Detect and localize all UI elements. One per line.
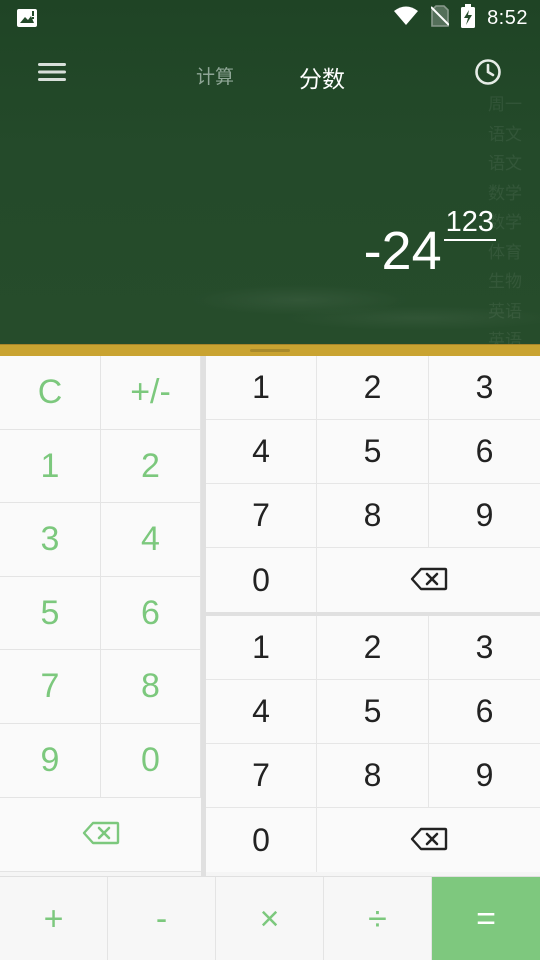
numerator-key-0[interactable]: 0 bbox=[206, 548, 317, 612]
status-time: 8:52 bbox=[487, 6, 528, 29]
numerator-key-7[interactable]: 7 bbox=[206, 484, 317, 548]
numerator-key-8[interactable]: 8 bbox=[317, 484, 429, 548]
numerator-key-4[interactable]: 4 bbox=[206, 420, 317, 484]
watermark-line: 语文 bbox=[488, 154, 522, 173]
denominator-key-9[interactable]: 9 bbox=[429, 744, 540, 808]
toolbar: 计算 分数 bbox=[0, 46, 540, 102]
integer-key-3[interactable]: 3 bbox=[0, 503, 101, 577]
integer-key-7[interactable]: 7 bbox=[0, 650, 101, 724]
watermark-line: 语文 bbox=[488, 124, 522, 144]
numerator-key-3[interactable]: 3 bbox=[429, 356, 540, 420]
backspace-icon bbox=[82, 815, 120, 854]
integer-key-6[interactable]: 6 bbox=[101, 577, 201, 650]
drag-handle[interactable] bbox=[250, 349, 290, 352]
integer-key-9[interactable]: 9 bbox=[0, 724, 101, 798]
numerator-key-6[interactable]: 6 bbox=[429, 420, 540, 484]
denominator-keypad: 1 2 3 4 5 6 7 8 9 0 bbox=[206, 616, 540, 872]
watermark-line: 周一 bbox=[488, 95, 522, 114]
integer-key-8[interactable]: 8 bbox=[101, 650, 201, 724]
backspace-icon bbox=[410, 562, 448, 599]
denominator-key-4[interactable]: 4 bbox=[206, 680, 317, 744]
battery-charging-icon bbox=[461, 3, 476, 33]
denominator-key-0[interactable]: 0 bbox=[206, 808, 317, 872]
tab-calculate[interactable]: 计算 bbox=[196, 62, 234, 89]
clear-button[interactable]: C bbox=[0, 356, 101, 430]
integer-key-1[interactable]: 1 bbox=[0, 430, 101, 503]
numerator-key-2[interactable]: 2 bbox=[317, 356, 429, 420]
watermark-line: 英语 bbox=[488, 331, 522, 344]
image-notification-icon bbox=[16, 8, 38, 28]
numerator-key-9[interactable]: 9 bbox=[429, 484, 540, 548]
integer-key-4[interactable]: 4 bbox=[101, 503, 201, 577]
integer-key-0[interactable]: 0 bbox=[101, 724, 201, 798]
numerator-key-1[interactable]: 1 bbox=[206, 356, 317, 420]
denominator-backspace-button[interactable] bbox=[317, 808, 540, 872]
integer-backspace-button[interactable] bbox=[0, 798, 201, 872]
status-bar: 8:52 bbox=[0, 0, 540, 36]
equals-button[interactable]: = bbox=[432, 877, 540, 960]
operator-bar: + - × ÷ = bbox=[0, 876, 540, 960]
denominator-key-7[interactable]: 7 bbox=[206, 744, 317, 808]
watermark-line: 数学 bbox=[488, 183, 522, 203]
numerator-keypad: 1 2 3 4 5 6 7 8 9 0 bbox=[206, 356, 540, 612]
resize-divider[interactable] bbox=[0, 344, 540, 356]
menu-icon bbox=[38, 61, 66, 88]
denominator-key-6[interactable]: 6 bbox=[429, 680, 540, 744]
integer-keypad: C +/- 1 2 3 4 5 6 7 8 9 0 bbox=[0, 356, 201, 872]
display-integer: -24 bbox=[363, 221, 442, 281]
backspace-icon bbox=[410, 822, 448, 859]
divide-button[interactable]: ÷ bbox=[324, 877, 432, 960]
multiply-button[interactable]: × bbox=[216, 877, 324, 960]
numerator-backspace-button[interactable] bbox=[317, 548, 540, 612]
add-button[interactable]: + bbox=[0, 877, 108, 960]
fraction-display: -24 123 bbox=[364, 208, 496, 288]
denominator-key-5[interactable]: 5 bbox=[317, 680, 429, 744]
integer-key-5[interactable]: 5 bbox=[0, 577, 101, 650]
chalkboard-display-area: 8:52 计算 分数 周一 语文 语文 数学 数学 体育 生物 英语 英语 -2… bbox=[0, 0, 540, 344]
sign-toggle-button[interactable]: +/- bbox=[101, 356, 201, 430]
clock-icon bbox=[474, 58, 502, 91]
denominator-key-8[interactable]: 8 bbox=[317, 744, 429, 808]
display-fraction: 123 bbox=[443, 208, 496, 241]
watermark-line: 英语 bbox=[488, 301, 522, 321]
history-button[interactable] bbox=[468, 56, 508, 92]
display-numerator: 123 bbox=[443, 208, 496, 241]
wifi-icon bbox=[393, 6, 419, 31]
menu-button[interactable] bbox=[30, 58, 74, 90]
tab-fraction[interactable]: 分数 bbox=[299, 60, 345, 94]
denominator-key-3[interactable]: 3 bbox=[429, 616, 540, 680]
denominator-key-2[interactable]: 2 bbox=[317, 616, 429, 680]
numerator-key-5[interactable]: 5 bbox=[317, 420, 429, 484]
integer-key-2[interactable]: 2 bbox=[101, 430, 201, 503]
subtract-button[interactable]: - bbox=[108, 877, 216, 960]
denominator-key-1[interactable]: 1 bbox=[206, 616, 317, 680]
no-sim-icon bbox=[430, 4, 450, 32]
